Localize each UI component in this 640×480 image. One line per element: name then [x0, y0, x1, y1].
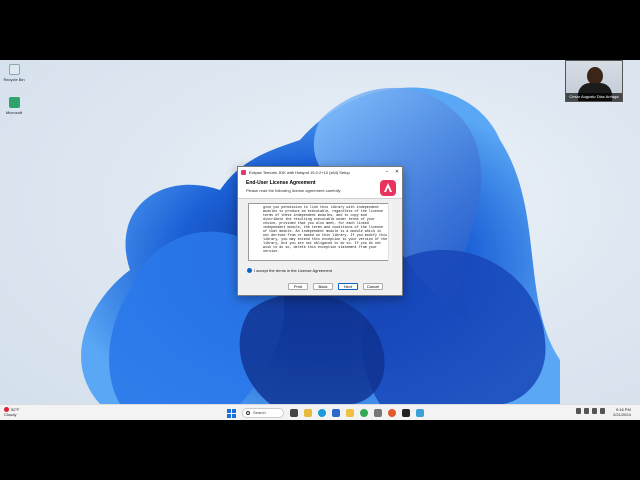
- installer-app-icon: [241, 169, 246, 175]
- taskbar-search[interactable]: Search: [242, 408, 284, 418]
- dialog-header: End-User License Agreement Please read t…: [238, 177, 402, 199]
- chrome-icon[interactable]: [360, 409, 368, 417]
- installer-dialog: Eclipse Temurin JDK with Hotspot 15.0.2+…: [237, 166, 403, 296]
- clock[interactable]: 9:16 PM 2/21/2024: [613, 407, 631, 417]
- start-button[interactable]: [227, 409, 236, 418]
- dialog-buttons: Print Back Next Cancel: [288, 283, 383, 290]
- dialog-subheading: Please read the following license agreem…: [246, 188, 341, 193]
- weather-temp: 52°F: [11, 407, 20, 412]
- search-icon: [246, 411, 250, 415]
- task-view-icon[interactable]: [290, 409, 298, 417]
- license-textbox[interactable]: give you permission to link this library…: [248, 203, 392, 261]
- settings-icon[interactable]: [374, 409, 382, 417]
- battery-icon[interactable]: [600, 408, 605, 414]
- scroll-track[interactable]: [388, 203, 392, 261]
- media-icon[interactable]: [388, 409, 396, 417]
- accept-checkbox[interactable]: [247, 268, 252, 273]
- search-label: Search: [253, 410, 266, 415]
- desktop-icon-label: Recycle Bin: [3, 77, 25, 82]
- next-button[interactable]: Next: [338, 283, 358, 290]
- webcam-name: Cesar Augusto Diaz Arriaga: [566, 93, 622, 101]
- webcam-overlay: Cesar Augusto Diaz Arriaga: [565, 60, 623, 102]
- desktop-icon-recycle-bin[interactable]: Recycle Bin: [1, 64, 27, 82]
- adoptium-logo-icon: [380, 180, 396, 196]
- file-explorer-icon[interactable]: [304, 409, 312, 417]
- network-icon[interactable]: [584, 408, 589, 414]
- system-tray[interactable]: [576, 408, 605, 414]
- dialog-title: Eclipse Temurin JDK with Hotspot 15.0.2+…: [249, 169, 350, 175]
- desktop-icon-microsoft[interactable]: Microsoft: [1, 97, 27, 115]
- terminal-icon[interactable]: [402, 409, 410, 417]
- accept-label: I accept the terms in the License Agreem…: [254, 268, 333, 273]
- cancel-button[interactable]: Cancel: [363, 283, 383, 290]
- minimize-icon[interactable]: –: [382, 167, 392, 177]
- volume-icon[interactable]: [592, 408, 597, 414]
- recycle-bin-icon: [8, 64, 20, 75]
- weather-desc: Cloudy: [4, 412, 17, 418]
- edge-icon[interactable]: [318, 409, 326, 417]
- taskbar: 52°F Cloudy Search 9:16 PM 2/21/2024: [0, 404, 640, 420]
- installer-taskbar-icon[interactable]: [416, 409, 424, 417]
- weather-widget[interactable]: 52°F Cloudy: [4, 407, 20, 417]
- close-icon[interactable]: ✕: [392, 167, 402, 177]
- back-button[interactable]: Back: [313, 283, 333, 290]
- accept-checkbox-row[interactable]: I accept the terms in the License Agreem…: [247, 268, 332, 273]
- store-icon[interactable]: [332, 409, 340, 417]
- desktop-icon-label: Microsoft: [5, 110, 23, 115]
- clock-date: 2/21/2024: [613, 412, 631, 417]
- microsoft-app-icon: [8, 97, 20, 108]
- explorer-folder-icon[interactable]: [346, 409, 354, 417]
- chevron-up-icon[interactable]: [576, 408, 581, 414]
- license-scrollbar[interactable]: [388, 203, 392, 261]
- dialog-titlebar[interactable]: Eclipse Temurin JDK with Hotspot 15.0.2+…: [238, 167, 402, 177]
- desktop: Recycle Bin Microsoft Cesar Augusto Diaz…: [0, 60, 640, 420]
- dialog-heading: End-User License Agreement: [246, 180, 316, 186]
- print-button[interactable]: Print: [288, 283, 308, 290]
